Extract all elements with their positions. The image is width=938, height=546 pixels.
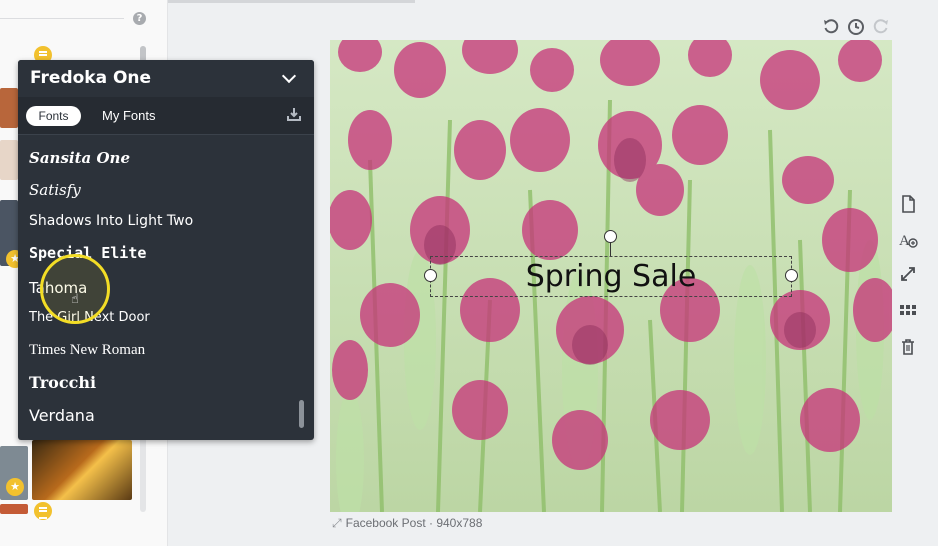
font-option-sansita-one[interactable]: Sansita One — [29, 149, 130, 167]
rotate-handle-stem — [610, 243, 611, 256]
resize-handle-left[interactable] — [424, 269, 437, 282]
canvas-size-text: Facebook Post · 940x788 — [345, 516, 483, 530]
page-icon[interactable] — [898, 194, 918, 214]
image-thumbnail[interactable] — [0, 140, 18, 180]
download-icon[interactable] — [286, 106, 302, 122]
tab-my-fonts[interactable]: My Fonts — [102, 106, 155, 126]
font-option-trocchi[interactable]: Trocchi — [29, 373, 96, 392]
design-canvas[interactable]: Spring Sale — [330, 40, 892, 512]
canvas-size-caption: ⤢ Facebook Post · 940x788 — [332, 516, 482, 531]
image-thumbnail[interactable] — [32, 440, 132, 500]
help-icon[interactable]: ? — [133, 12, 146, 25]
resize-icon[interactable] — [898, 264, 918, 284]
selected-font-label: Fredoka One — [30, 68, 152, 88]
trash-icon[interactable] — [898, 337, 918, 357]
font-option-shadows-into-light-two[interactable]: Shadows Into Light Two — [29, 213, 193, 229]
history-icon[interactable] — [847, 18, 865, 36]
grid-icon[interactable] — [898, 301, 918, 321]
undo-icon[interactable] — [822, 18, 840, 36]
redo-icon[interactable] — [872, 18, 890, 36]
canvas-text[interactable]: Spring Sale — [431, 257, 791, 296]
expand-icon[interactable]: ⤢ — [332, 516, 342, 531]
resize-handle-right[interactable] — [785, 269, 798, 282]
chevron-down-icon[interactable] — [281, 68, 297, 84]
font-dropdown-header[interactable]: Fredoka One — [18, 60, 314, 97]
font-tabs: Fonts My Fonts — [18, 97, 314, 135]
hand-pointer-icon: ☝ — [71, 292, 79, 307]
image-thumbnail[interactable] — [0, 88, 18, 128]
selected-text-box[interactable]: Spring Sale — [430, 256, 792, 297]
rotate-handle[interactable] — [604, 230, 617, 243]
font-dropdown-panel: Fredoka One Fonts My Fonts Sansita One S… — [18, 60, 314, 440]
font-option-verdana[interactable]: Verdana — [29, 406, 95, 425]
font-option-times-new-roman[interactable]: Times New Roman — [29, 342, 145, 359]
list-badge-icon — [34, 502, 52, 520]
add-text-icon[interactable]: A — [898, 230, 918, 250]
star-badge-icon: ★ — [6, 478, 24, 496]
tab-fonts[interactable]: Fonts — [26, 106, 81, 126]
cursor-highlight-ring — [40, 254, 110, 324]
sidebar-divider — [0, 18, 124, 19]
svg-text:A: A — [899, 233, 910, 249]
font-list-scrollbar[interactable] — [299, 400, 304, 428]
font-option-satisfy[interactable]: Satisfy — [29, 181, 81, 199]
image-thumbnail[interactable] — [0, 504, 28, 514]
